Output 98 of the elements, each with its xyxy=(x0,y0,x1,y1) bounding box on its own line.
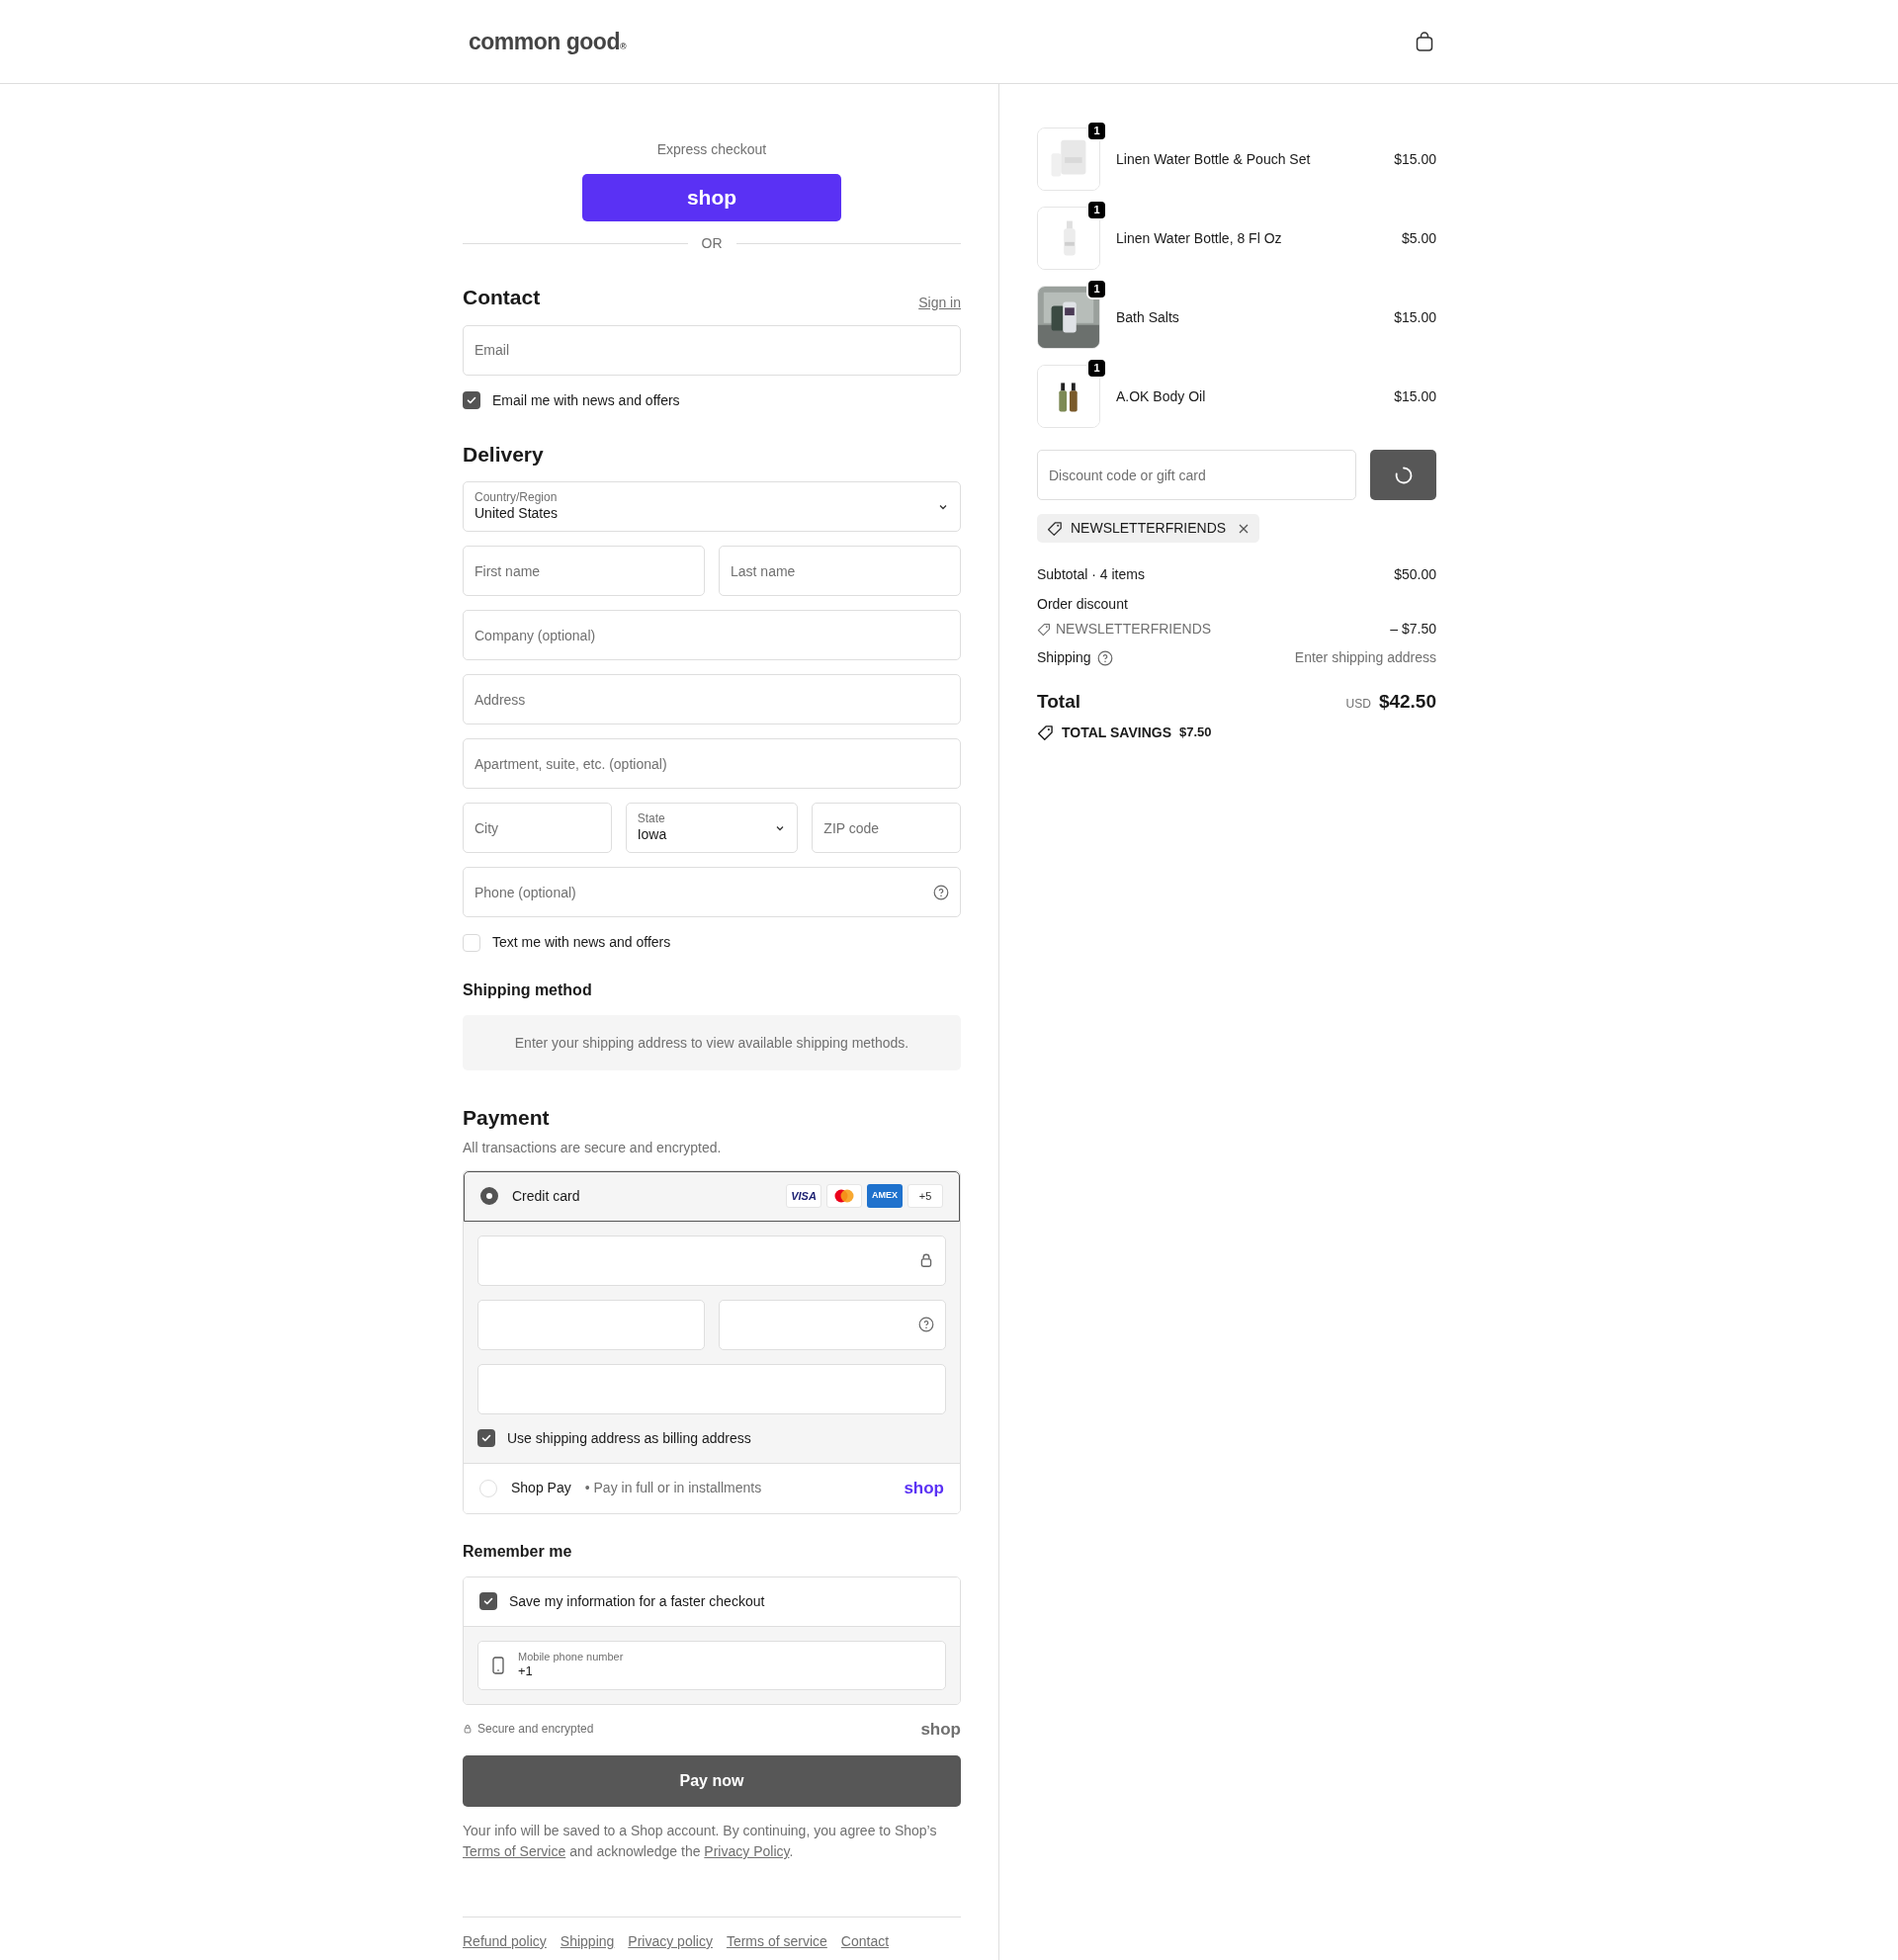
help-icon[interactable] xyxy=(918,1317,934,1332)
company-field[interactable]: Company (optional) xyxy=(463,610,961,660)
product-name: Bath Salts xyxy=(1116,307,1180,327)
lock-icon xyxy=(463,1724,473,1735)
discount-tag: NEWSLETTERFRIENDS xyxy=(1037,514,1260,543)
total-label: Total xyxy=(1037,690,1080,714)
shop-logo: shop xyxy=(904,1477,944,1499)
sign-in-link[interactable]: Sign in xyxy=(918,292,961,313)
quantity-badge: 1 xyxy=(1086,121,1107,141)
discount-value: – $7.50 xyxy=(1390,620,1436,639)
tag-icon xyxy=(1037,724,1054,741)
visa-logo: VISA xyxy=(786,1184,821,1208)
close-icon[interactable] xyxy=(1238,522,1251,535)
checkbox-label: Save my information for a faster checkout xyxy=(509,1591,765,1611)
tag-icon xyxy=(1047,520,1063,537)
terms-of-service-link[interactable]: Terms of Service xyxy=(463,1843,566,1859)
discount-code-label: NEWSLETTERFRIENDS xyxy=(1056,620,1212,639)
payment-method-label: Credit card xyxy=(512,1186,581,1206)
order-discount-label: Order discount xyxy=(1037,595,1129,614)
payment-subtitle: All transactions are secure and encrypted. xyxy=(463,1138,723,1157)
legal-notice: Your info will be saved to a Shop account. By continuing, you agree to Shop’s Terms of Service and acknowledge the Privacy Policy. xyxy=(463,1822,938,1861)
total-savings-label: TOTAL SAVINGS xyxy=(1062,723,1171,742)
payment-method-label: Shop Pay xyxy=(511,1479,571,1497)
payment-heading: Payment xyxy=(463,1105,551,1131)
product-price: $15.00 xyxy=(1394,307,1436,327)
lock-icon xyxy=(918,1252,934,1268)
help-icon[interactable] xyxy=(1096,649,1113,666)
discount-code-field[interactable]: Discount code or gift card xyxy=(1037,450,1356,500)
remember-me-heading: Remember me xyxy=(463,1541,573,1562)
currency-code: USD xyxy=(1345,696,1371,713)
more-cards-badge: +5 xyxy=(907,1184,943,1208)
shopping-bag-icon[interactable] xyxy=(1414,31,1435,52)
last-name-field[interactable]: Last name xyxy=(719,546,961,596)
checkbox[interactable] xyxy=(479,1592,497,1610)
total-value: $42.50 xyxy=(1378,690,1436,714)
express-checkout-title: Express checkout xyxy=(655,140,768,159)
checkbox-label: Use shipping address as billing address xyxy=(507,1428,751,1448)
product-name: A.OK Body Oil xyxy=(1116,386,1207,406)
card-number-field[interactable] xyxy=(477,1235,946,1286)
product-price: $15.00 xyxy=(1394,386,1436,406)
subtotal-label: Subtotal · 4 items xyxy=(1037,565,1145,584)
pay-now-button[interactable]: Pay now xyxy=(463,1755,961,1807)
product-price: $5.00 xyxy=(1401,228,1436,248)
name-on-card-field[interactable] xyxy=(477,1363,946,1414)
shipping-method-notice: Enter your shipping address to view available shipping methods. xyxy=(514,1033,909,1053)
footer-link[interactable]: Privacy policy xyxy=(628,1931,713,1952)
state-select[interactable]: State Iowa xyxy=(625,803,799,853)
or-divider-text: OR xyxy=(701,234,723,253)
zip-field[interactable]: ZIP code xyxy=(812,803,961,853)
footer-link[interactable]: Terms of service xyxy=(726,1931,827,1952)
country-select[interactable]: Country/Region United States xyxy=(463,481,961,532)
phone-field[interactable]: Phone (optional) xyxy=(463,867,961,917)
check-icon xyxy=(466,394,477,406)
check-icon xyxy=(482,1595,494,1607)
email-field[interactable]: Email xyxy=(463,324,961,376)
checkbox[interactable] xyxy=(463,933,480,952)
city-field[interactable]: City xyxy=(463,803,612,853)
footer-link[interactable]: Contact xyxy=(840,1931,890,1952)
product-price: $15.00 xyxy=(1394,149,1436,169)
brand-logo[interactable]: common good® xyxy=(469,24,627,59)
quantity-badge: 1 xyxy=(1086,200,1107,220)
radio-button[interactable] xyxy=(480,1187,498,1205)
loading-spinner-icon xyxy=(1393,465,1414,485)
security-code-field[interactable] xyxy=(719,1299,946,1350)
contact-heading: Contact xyxy=(463,285,541,310)
address-field[interactable]: Address xyxy=(463,674,961,724)
quantity-badge: 1 xyxy=(1086,358,1107,379)
checkbox[interactable] xyxy=(477,1429,495,1447)
checkbox-label: Email me with news and offers xyxy=(492,390,680,410)
footer-link[interactable]: Shipping xyxy=(560,1931,615,1952)
shop-logo: shop xyxy=(920,1718,961,1741)
subtotal-value: $50.00 xyxy=(1394,565,1436,584)
mobile-phone-field[interactable]: Mobile phone number +1 xyxy=(477,1640,946,1690)
payment-method-note: • Pay in full or in installments xyxy=(584,1479,763,1497)
mastercard-logo xyxy=(826,1184,862,1208)
expiration-date-field[interactable] xyxy=(477,1299,705,1350)
credit-card-option[interactable]: Credit card VISA AMEX +5 xyxy=(464,1170,960,1222)
shipping-method-heading: Shipping method xyxy=(463,980,593,1000)
shipping-label: Shipping xyxy=(1037,648,1091,667)
total-savings-value: $7.50 xyxy=(1179,724,1212,742)
help-icon[interactable] xyxy=(933,884,949,900)
shop-pay-button[interactable]: shop xyxy=(582,174,841,221)
checkbox[interactable] xyxy=(463,391,480,409)
footer-link[interactable]: Refund policy xyxy=(463,1931,547,1952)
check-icon xyxy=(480,1432,492,1444)
quantity-badge: 1 xyxy=(1086,279,1107,299)
apartment-field[interactable]: Apartment, suite, etc. (optional) xyxy=(463,738,961,789)
first-name-field[interactable]: First name xyxy=(463,546,705,596)
delivery-heading: Delivery xyxy=(463,441,545,468)
mobile-phone-icon xyxy=(492,1656,504,1674)
shipping-value: Enter shipping address xyxy=(1294,648,1436,667)
secure-note: Secure and encrypted xyxy=(477,1721,594,1739)
product-name: Linen Water Bottle, 8 Fl Oz xyxy=(1116,228,1283,248)
apply-discount-button[interactable] xyxy=(1370,450,1436,500)
product-name: Linen Water Bottle & Pouch Set xyxy=(1116,149,1312,169)
amex-logo: AMEX xyxy=(867,1184,903,1208)
tag-icon xyxy=(1037,622,1051,637)
checkbox-label: Text me with news and offers xyxy=(492,933,671,952)
